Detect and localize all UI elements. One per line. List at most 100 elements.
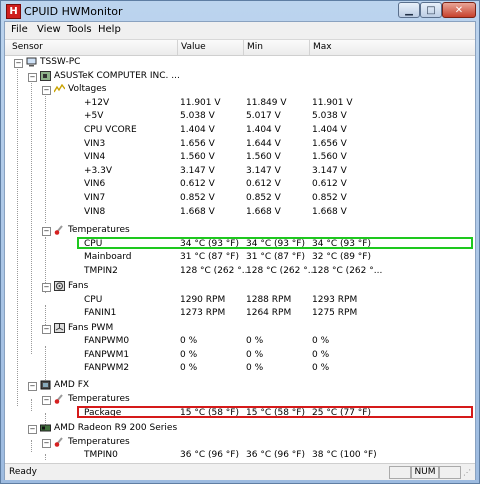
sensor-name: VIN8	[84, 206, 106, 217]
column-divider[interactable]	[309, 40, 310, 55]
sensor-min: 11.849 V	[246, 97, 287, 108]
sensor-name: CPU VCORE	[84, 125, 137, 135]
status-bar: Ready NUM ⋰	[5, 463, 475, 480]
sensor-row[interactable]: VIN6 0.612 V 0.612 V 0.612 V	[5, 178, 475, 192]
minimize-button[interactable]: ▁	[398, 2, 420, 18]
client-area: File View Tools Help Sensor Value Min Ma…	[4, 21, 476, 480]
status-text: Ready	[9, 467, 37, 477]
sensor-row[interactable]: CPU VCORE 1.404 V 1.404 V 1.404 V	[5, 124, 475, 138]
tree-node-fans[interactable]: − Fans	[5, 280, 475, 294]
close-button[interactable]: ✕	[442, 2, 476, 18]
collapse-toggle[interactable]: −	[28, 72, 37, 82]
sensor-value: 1273 RPM	[180, 308, 226, 319]
fan-pwm-icon	[54, 322, 65, 333]
column-divider[interactable]	[243, 40, 244, 55]
tree-node-voltages[interactable]: − Voltages	[5, 83, 475, 97]
sensor-row[interactable]: FANPWM1 0 % 0 % 0 %	[5, 349, 475, 363]
status-pane	[439, 466, 461, 479]
column-min[interactable]: Min	[247, 42, 263, 52]
sensor-name: TMPIN2	[84, 265, 118, 276]
title-bar[interactable]: H CPUID HWMonitor ▁ □ ✕	[1, 1, 479, 21]
sensor-value: 128 °C (262 °...	[180, 265, 251, 276]
node-label: ASUSTeK COMPUTER INC. ...	[54, 70, 180, 81]
sensor-max: 3.147 V	[312, 165, 347, 176]
resize-grip-icon[interactable]: ⋰	[463, 468, 471, 477]
sensor-max: 0.852 V	[312, 193, 347, 203]
sensor-row[interactable]: Mainboard 31 °C (87 °F) 31 °C (87 °F) 32 °C…	[5, 251, 475, 265]
sensor-min: 0 %	[246, 336, 264, 347]
column-sensor[interactable]: Sensor	[12, 42, 43, 52]
status-pane	[389, 466, 411, 479]
sensor-min: 0.612 V	[246, 179, 281, 190]
column-value[interactable]: Value	[181, 42, 206, 52]
node-label: Temperatures	[68, 394, 130, 404]
menu-tools[interactable]: Tools	[67, 24, 92, 35]
sensor-row[interactable]: FANIN1 1273 RPM 1264 RPM 1275 RPM	[5, 307, 475, 321]
sensor-value: 0.612 V	[180, 179, 215, 190]
motherboard-icon	[40, 70, 51, 81]
sensor-max: 11.901 V	[312, 97, 353, 108]
sensor-row[interactable]: TMPIN0 36 °C (96 °F) 36 °C (96 °F) 38 °C (1…	[5, 449, 475, 463]
sensor-row[interactable]: VIN7 0.852 V 0.852 V 0.852 V	[5, 192, 475, 206]
sensor-value: 0 %	[180, 349, 198, 360]
cpu-chip-icon	[40, 380, 51, 390]
collapse-toggle[interactable]: −	[42, 396, 51, 405]
tree-node-temperatures[interactable]: − Temperatures	[5, 224, 475, 238]
sensor-row[interactable]: CPU 1290 RPM 1288 RPM 1293 RPM	[5, 294, 475, 308]
sensor-row[interactable]: TMPIN2 128 °C (262 °... 128 °C (262 °... 12…	[5, 265, 475, 279]
menu-help[interactable]: Help	[98, 24, 121, 35]
sensor-name: FANPWM2	[84, 363, 130, 374]
sensor-row[interactable]: +3.3V 3.147 V 3.147 V 3.147 V	[5, 165, 475, 179]
column-divider[interactable]	[177, 40, 178, 55]
tree-node-fans-pwm[interactable]: − Fans PWM	[5, 322, 475, 336]
sensor-name: +5V	[84, 111, 104, 122]
collapse-toggle[interactable]: −	[14, 59, 23, 68]
highlight-box-red	[77, 406, 473, 418]
node-label: Fans PWM	[68, 322, 114, 333]
sensor-row[interactable]: +12V 11.901 V 11.849 V 11.901 V	[5, 97, 475, 111]
sensor-row[interactable]: VIN3 1.656 V 1.644 V 1.656 V	[5, 138, 475, 152]
collapse-toggle[interactable]: −	[42, 324, 51, 334]
tree-node-root[interactable]: − TSSW-PC	[5, 56, 475, 70]
collapse-toggle[interactable]: −	[28, 382, 37, 391]
maximize-button[interactable]: □	[420, 2, 442, 18]
collapse-toggle[interactable]: −	[42, 438, 51, 448]
app-window: H CPUID HWMonitor ▁ □ ✕ File View Tools …	[0, 0, 480, 484]
sensor-max: 0 %	[312, 349, 330, 360]
collapse-toggle[interactable]: −	[42, 227, 51, 236]
sensor-value: 0 %	[180, 336, 198, 347]
sensor-value: 1.656 V	[180, 138, 215, 149]
collapse-toggle[interactable]: −	[42, 86, 51, 96]
tree-node-amd-fx[interactable]: − AMD FX	[5, 379, 475, 393]
sensor-min: 1.404 V	[246, 125, 281, 135]
sensor-name: VIN4	[84, 152, 106, 163]
hwmonitor-app-icon[interactable]: H	[6, 4, 21, 19]
sensor-row[interactable]: FANPWM0 0 % 0 % 0 %	[5, 335, 475, 349]
sensor-max: 0.612 V	[312, 179, 347, 190]
column-max[interactable]: Max	[313, 42, 332, 52]
sensor-value: 0.852 V	[180, 193, 215, 203]
menu-file[interactable]: File	[11, 24, 28, 35]
sensor-name: CPU	[84, 294, 103, 305]
sensor-value: 36 °C (96 °F)	[180, 450, 239, 461]
tree-node-motherboard[interactable]: − ASUSTeK COMPUTER INC. ...	[5, 70, 475, 84]
collapse-toggle[interactable]: −	[42, 283, 51, 292]
sensor-max: 1.668 V	[312, 206, 347, 217]
sensor-name: VIN6	[84, 179, 106, 190]
tree-node-cpu-temperatures[interactable]: − Temperatures	[5, 393, 475, 407]
menu-view[interactable]: View	[37, 24, 61, 35]
sensor-row[interactable]: FANPWM2 0 % 0 % 0 %	[5, 362, 475, 376]
tree-node-gpu[interactable]: − AMD Radeon R9 200 Series	[5, 422, 475, 436]
sensor-min: 36 °C (96 °F)	[246, 450, 305, 461]
sensor-value: 3.147 V	[180, 165, 215, 176]
sensor-name: VIN3	[84, 138, 106, 149]
sensor-row[interactable]: VIN4 1.560 V 1.560 V 1.560 V	[5, 151, 475, 165]
sensor-name: +12V	[84, 97, 110, 108]
sensor-tree: − TSSW-PC − ASUSTeK COMPUTER INC. ... − …	[5, 56, 475, 461]
tree-node-gpu-temperatures[interactable]: − Temperatures	[5, 436, 475, 450]
sensor-min: 1.560 V	[246, 152, 281, 163]
collapse-toggle[interactable]: −	[28, 425, 37, 434]
sensor-row[interactable]: +5V 5.038 V 5.017 V 5.038 V	[5, 110, 475, 124]
sensor-name: VIN7	[84, 193, 106, 203]
sensor-row[interactable]: VIN8 1.668 V 1.668 V 1.668 V	[5, 206, 475, 220]
